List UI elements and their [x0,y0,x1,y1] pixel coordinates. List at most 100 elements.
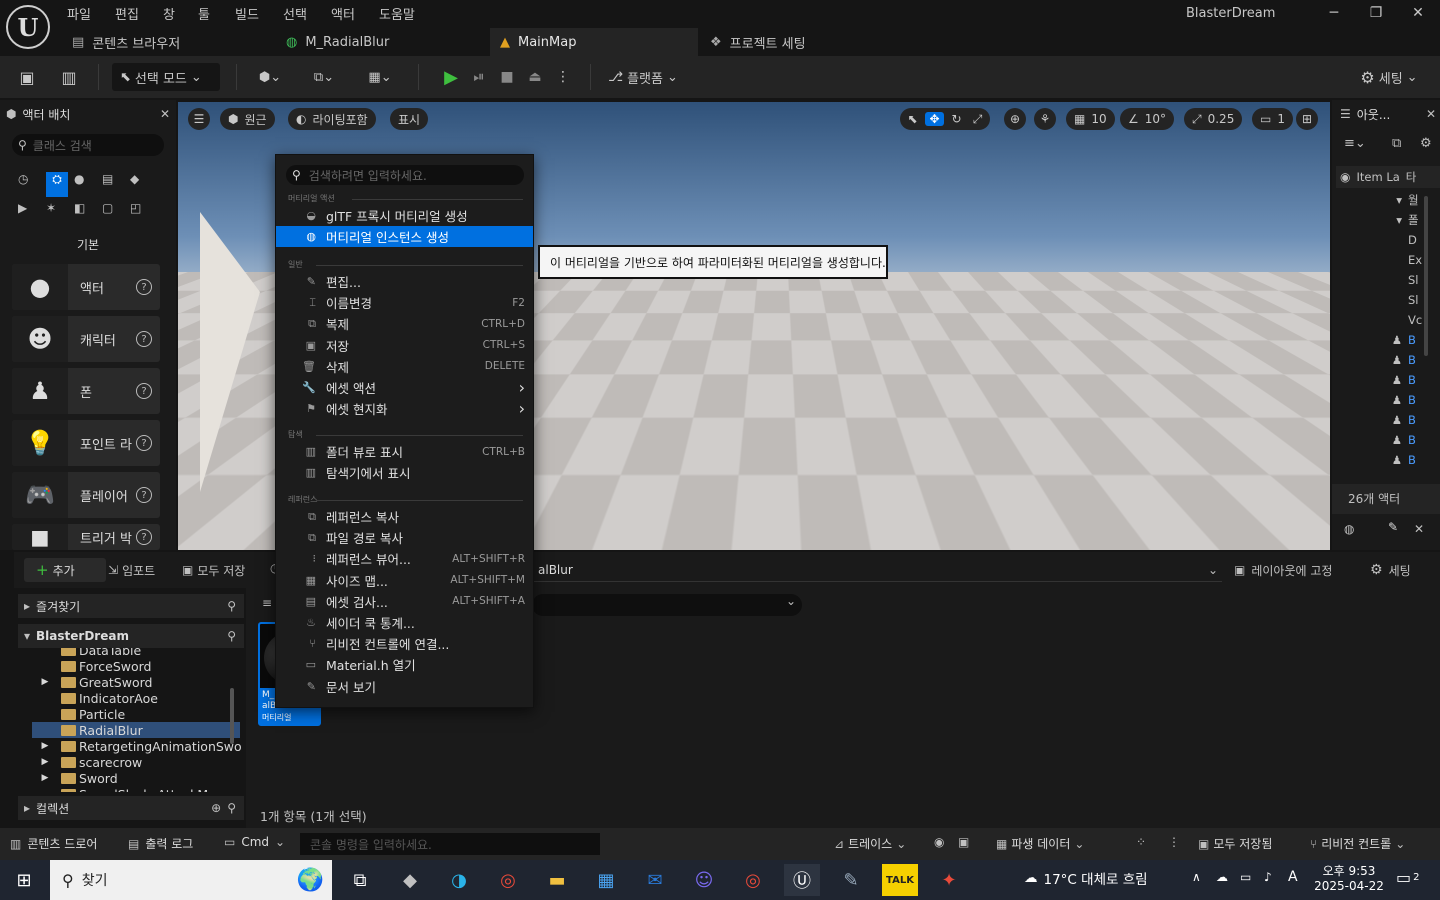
unreal-editor-icon[interactable]: Ⓤ [784,864,820,896]
menu-item[interactable]: 🗑 삭제 DELETE [276,356,533,377]
more-options-icon[interactable]: ⋮ [1168,835,1180,849]
actor-item-trigger-box[interactable]: ◼ 트리거 박? [12,524,160,550]
actor-item-point-light[interactable]: 💡 포인트 라? [12,420,160,466]
trace-dropdown[interactable]: ⊿ 트레이스 ⌄ [834,835,906,852]
help-icon[interactable]: ? [136,383,152,399]
folder-item[interactable]: ▶ scarecrow [32,754,242,770]
search-icon[interactable]: ⚲ [227,801,236,815]
basic-icon[interactable]: ⛭ [46,172,68,197]
onedrive-icon[interactable]: ☁ [1216,870,1228,884]
eject-icon[interactable]: ⏏ [524,63,546,91]
actor-item-pawn[interactable]: ♟ 폰? [12,368,160,414]
outliner-scrollbar[interactable] [1424,196,1428,356]
output-log-button[interactable]: ▤ 출력 로그 [128,835,193,852]
show-button[interactable]: 표시 [390,108,429,130]
cb-settings-button[interactable]: ⚙ 세팅 [1370,558,1411,582]
revision-control-dropdown[interactable]: ⑂ 리비전 컨트롤 ⌄ [1310,835,1405,852]
outliner-row[interactable]: ♟ B [1332,330,1422,350]
hamburger-icon[interactable]: ☰ [188,108,210,130]
select-mode-dropdown[interactable]: ⬉ 선택 모드 ⌄ [112,63,220,91]
cmd-dropdown[interactable]: ▭ Cmd ⌄ [224,835,285,849]
grid-snap-button[interactable]: ▦ 10 [1066,108,1115,130]
menu-item[interactable]: ◒ glTF 프록시 머티리얼 생성 [276,205,533,226]
visual-effects-icon[interactable]: ◆ [130,172,158,197]
app-icon[interactable]: ✦ [931,864,967,896]
chrome-icon[interactable]: ◎ [490,864,526,896]
record-icon[interactable]: ◉ [934,835,944,849]
folder-item[interactable]: DataTable [32,648,242,658]
camera-speed-button[interactable]: ▭ 1 [1252,108,1293,130]
gear-icon[interactable]: ⚙ [1420,136,1432,151]
minimize-button[interactable]: ─ [1314,2,1354,24]
more-icon[interactable]: ◰ [130,201,158,225]
restore-button[interactable]: ❐ [1356,2,1396,24]
store-icon[interactable]: ▦ [588,864,624,896]
column-type[interactable]: 타 [1406,169,1417,185]
menu-item[interactable]: 🔧 에셋 액션 › [276,377,533,398]
menu-item[interactable]: ✎ 문서 보기 [276,676,533,697]
outliner-row[interactable]: ▾ 월 [1332,190,1422,210]
collections-header[interactable]: ▸ 컬렉션 ⊕ ⚲ [18,796,244,820]
console-input[interactable]: 콘솔 명령을 입력하세요. [300,833,600,855]
discord-icon[interactable]: ☺ [686,864,722,896]
settings-dropdown[interactable]: ⚙ 세팅 ⌄ [1356,63,1422,91]
chrome-profile-icon[interactable]: ◎ [735,864,771,896]
file-explorer-icon[interactable]: ▬ [539,864,575,896]
search-icon[interactable]: ⚲ [227,629,236,643]
outliner-row[interactable]: Ex [1332,250,1422,270]
recent-icon[interactable]: ◷ [18,172,46,197]
folder-item[interactable]: Particle [32,706,242,722]
source-control-icon[interactable]: ⁘ [1136,835,1146,849]
cinematic-icon[interactable]: ▤ [102,172,130,197]
outliner-row[interactable]: Vc [1332,310,1422,330]
menu-item[interactable]: ⁝ 레퍼런스 뷰어... ALT+SHIFT+R [276,548,533,569]
shapes-icon[interactable]: ▢ [102,201,130,225]
menu-tools[interactable]: 툴 [198,4,210,23]
all-classes-icon[interactable]: ◧ [74,201,102,225]
menu-help[interactable]: 도움말 [379,4,415,23]
outliner-row[interactable]: ♟ B [1332,370,1422,390]
close-icon[interactable]: ✕ [1426,107,1436,121]
path-breadcrumb[interactable]: alBlur ⌄ [532,558,1222,582]
class-search-input[interactable]: ⚲ 클래스 검색 [12,134,164,156]
stop-icon[interactable]: ■ [496,63,518,91]
lights-icon[interactable]: ● [74,172,102,197]
browse-icon[interactable]: ▥ [56,63,82,91]
menu-item[interactable]: ⑂ 리비전 컨트롤에 연결... [276,633,533,654]
lighting-button[interactable]: ◐ 라이팅포함 [288,108,376,130]
derived-data-dropdown[interactable]: ▦ 파생 데이터 ⌄ [996,835,1084,852]
outliner-row[interactable]: Sl [1332,270,1422,290]
menu-item[interactable]: ✎ 편집... [276,271,533,292]
folder-item[interactable]: RadialBlur [32,722,240,738]
platform-dropdown[interactable]: ⎇ 플랫폼 ⌄ [604,63,682,91]
actor-item-character[interactable]: ☻ 캐릭터? [12,316,160,362]
play-icon[interactable]: ▶ [440,63,462,91]
menu-item[interactable]: ▥ 탐색기에서 표시 [276,462,533,483]
menu-build[interactable]: 빌드 [235,4,259,23]
cinematics-icon[interactable]: ▦⌄ [360,63,400,91]
asset-search-input[interactable]: ⌄ [532,594,802,616]
surface-snap-icon[interactable]: ⚘ [1034,108,1056,130]
chevron-right-icon[interactable]: ▶ [32,773,58,783]
folder-item[interactable]: ▶ RetargetingAnimationSwo [32,738,242,754]
help-icon[interactable]: ? [136,279,152,295]
content-drawer-button[interactable]: ▥ 콘텐츠 드로어 [10,835,97,852]
ime-indicator[interactable]: A [1288,869,1298,885]
chevron-right-icon[interactable]: ▶ [32,757,58,767]
details-icon[interactable]: ◍ [1344,522,1354,536]
project-header[interactable]: ▾ BlasterDream ⚲ [18,624,244,648]
menu-select[interactable]: 선택 [283,4,307,23]
help-icon[interactable]: ? [136,529,152,545]
scale-snap-button[interactable]: ⤢ 0.25 [1184,108,1243,130]
eye-icon[interactable]: ◉ [1340,170,1350,184]
menu-window[interactable]: 창 [163,4,175,23]
copilot-icon[interactable]: ◆ [392,864,428,896]
add-folder-icon[interactable]: ⧉ [1392,136,1401,151]
folder-item[interactable]: ▶ Sword [32,770,242,786]
volume-icon[interactable]: ♪ [1264,870,1272,884]
outliner-row[interactable]: ♟ B [1332,350,1422,370]
world-local-icon[interactable]: ⊕ [1004,108,1026,130]
rotate-icon[interactable]: ↻ [948,112,965,126]
tab-mainmap[interactable]: ▲ MainMap [490,28,698,56]
chevron-right-icon[interactable]: ▶ [32,741,58,751]
